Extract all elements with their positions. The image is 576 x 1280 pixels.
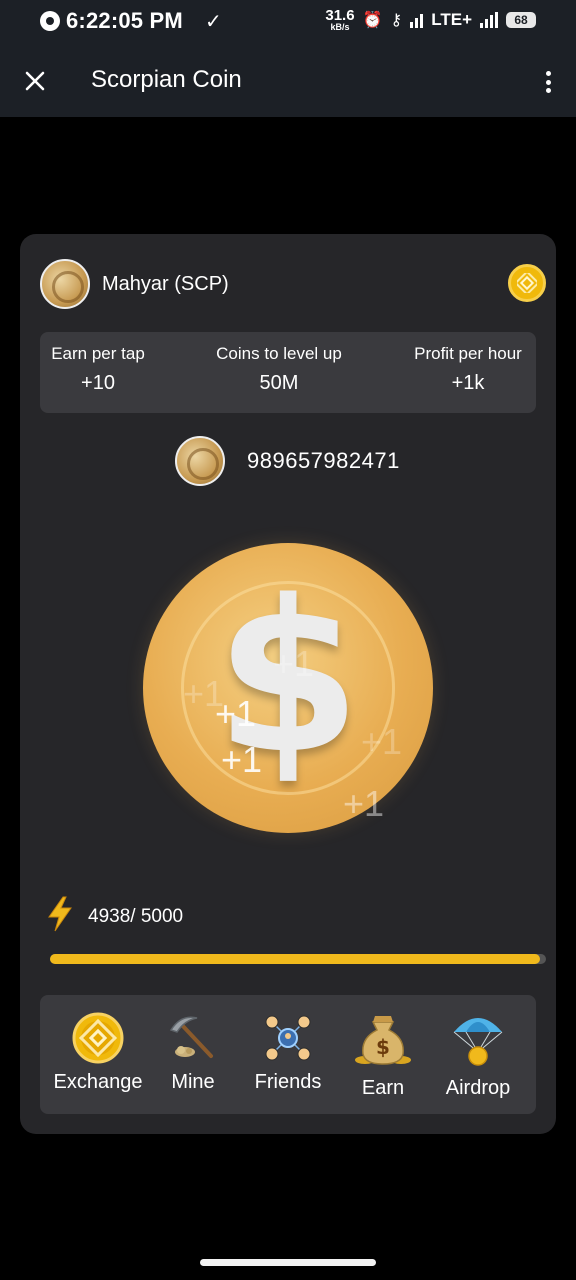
signal-hd-icon xyxy=(480,12,498,28)
pickaxe-icon xyxy=(145,1009,241,1067)
coin-icon xyxy=(175,436,225,486)
nav-label: Exchange xyxy=(53,1071,143,1093)
exchange-icon xyxy=(50,1009,146,1067)
more-dot-icon xyxy=(545,88,551,93)
network-type: LTE+ xyxy=(431,10,472,29)
stat-label: Profit per hour xyxy=(414,344,522,363)
tap-coin-button[interactable]: $ +1 +1 +1 +1 +1 +1 xyxy=(143,543,433,833)
user-row: Mahyar (SCP) xyxy=(40,259,229,309)
energy-text: 4938/ 5000 xyxy=(88,905,184,927)
user-avatar[interactable] xyxy=(40,259,90,309)
stat-value: +10 xyxy=(81,372,115,394)
money-bag-icon: $ xyxy=(335,1009,431,1067)
vpn-key-icon: ⚷ xyxy=(390,12,403,29)
nav-label: Friends xyxy=(254,1071,322,1093)
user-name: Mahyar (SCP) xyxy=(102,272,229,295)
stat-label: Coins to level up xyxy=(216,344,342,363)
network-speed: 31.6 kB/s xyxy=(325,8,354,32)
game-card: Mahyar (SCP) Earn per tap +10 Coins to l… xyxy=(20,234,556,1134)
nav-mine[interactable]: Mine xyxy=(145,1009,241,1094)
more-menu-button[interactable] xyxy=(538,68,558,96)
close-button[interactable] xyxy=(20,66,50,96)
alarm-icon: ⏰ xyxy=(362,12,383,29)
stats-panel: Earn per tap +10 Coins to level up 50M P… xyxy=(40,332,536,413)
tap-plus-label: +1 xyxy=(215,693,257,734)
stat-earn-per-tap: Earn per tap +10 xyxy=(50,344,146,395)
nav-exchange[interactable]: Exchange xyxy=(50,1009,146,1094)
battery-icon: 68 xyxy=(506,12,536,28)
nav-label: Mine xyxy=(171,1071,215,1093)
balance-row: 989657982471 xyxy=(175,436,400,486)
parachute-icon xyxy=(430,1009,526,1067)
energy-progress-fill xyxy=(50,954,540,964)
tap-plus-label: +1 xyxy=(221,739,263,780)
balance-value: 989657982471 xyxy=(247,448,400,473)
bottom-nav: Exchange Mine Friends $ Earn Airdrop xyxy=(40,995,536,1114)
network-speed-unit: kB/s xyxy=(330,22,350,32)
app-title: Scorpian Coin xyxy=(91,66,242,93)
check-icon: ✓ xyxy=(204,10,222,33)
status-time: 6:22:05 PM xyxy=(66,8,183,33)
nav-friends[interactable]: Friends xyxy=(240,1009,336,1094)
friends-icon xyxy=(240,1009,336,1067)
home-indicator[interactable] xyxy=(200,1259,376,1266)
binance-icon xyxy=(517,273,537,293)
energy-progress-bar xyxy=(50,954,546,964)
network-speed-value: 31.6 xyxy=(325,7,355,24)
tap-plus-label: +1 xyxy=(273,643,315,684)
tap-plus-label: +1 xyxy=(343,783,385,824)
nav-label: Airdrop xyxy=(445,1077,511,1099)
close-icon xyxy=(25,71,45,91)
stat-value: 50M xyxy=(259,372,299,394)
status-left: 6:22:05 PM ✓ xyxy=(40,8,222,34)
nav-earn[interactable]: $ Earn xyxy=(335,1009,431,1100)
stat-label: Earn per tap xyxy=(51,344,145,363)
lightning-icon xyxy=(46,896,74,937)
exchange-badge-button[interactable] xyxy=(508,264,546,302)
svg-text:$: $ xyxy=(376,1035,390,1059)
stat-coins-to-level-up: Coins to level up 50M xyxy=(210,344,348,395)
signal-icon xyxy=(410,12,424,28)
tap-plus-label: +1 xyxy=(361,721,403,762)
app-notification-icon xyxy=(40,11,60,31)
more-dot-icon xyxy=(545,71,551,76)
app-bar: Scorpian Coin xyxy=(0,44,576,117)
status-bar: 6:22:05 PM ✓ 31.6 kB/s ⏰ ⚷ LTE+ 68 xyxy=(0,0,576,44)
stat-value: +1k xyxy=(451,372,485,394)
stat-profit-per-hour: Profit per hour +1k xyxy=(410,344,526,395)
nav-airdrop[interactable]: Airdrop xyxy=(430,1009,526,1100)
nav-label: Earn xyxy=(361,1077,405,1099)
more-dot-icon xyxy=(545,79,551,85)
energy-row: 4938/ 5000 xyxy=(46,896,183,937)
status-right: 31.6 kB/s ⏰ ⚷ LTE+ 68 xyxy=(325,8,536,32)
